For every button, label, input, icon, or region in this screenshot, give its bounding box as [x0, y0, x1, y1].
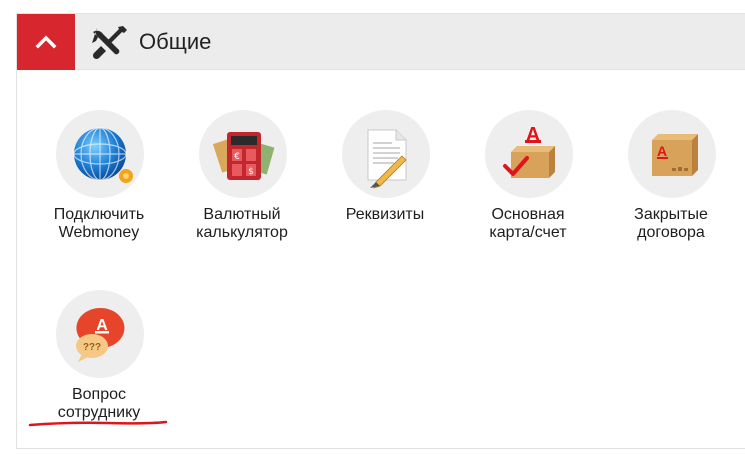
svg-text:$: $ — [248, 167, 254, 177]
tile-icon-circle — [56, 110, 144, 198]
section-header[interactable]: Общие — [17, 14, 745, 70]
tile-label: Подключить Webmoney — [19, 206, 179, 242]
svg-text:А: А — [657, 143, 667, 159]
tile-question-to-employee[interactable]: А ??? Вопрос сотруднику — [29, 290, 169, 430]
tile-icon-circle: А — [485, 110, 573, 198]
closed-box-icon: А — [652, 134, 698, 176]
chevron-up-icon — [35, 35, 57, 49]
question-bubble-icon: А ??? — [76, 307, 125, 362]
section-title: Общие — [139, 29, 212, 54]
red-highlight-underline — [28, 420, 168, 427]
tile-requisites[interactable]: Реквизиты — [315, 110, 455, 250]
tile-label: Основная карта/счет — [448, 206, 608, 242]
tile-label-line2: карта/счет — [489, 224, 567, 241]
tile-label: Закрытые договора — [591, 206, 745, 242]
webmoney-icon — [73, 127, 133, 183]
tile-connect-webmoney[interactable]: Подключить Webmoney — [29, 110, 169, 250]
tile-label-line1: Закрытые — [634, 206, 708, 223]
section-panel-general: Общие Подключить Webmoney € $ Валютный к… — [16, 13, 745, 449]
tile-label-line1: Реквизиты — [345, 206, 425, 223]
currency-calculator-icon: € $ — [212, 132, 275, 180]
tile-label: Валютный калькулятор — [162, 206, 322, 242]
collapse-button[interactable] — [17, 14, 75, 70]
tile-label-line2: договора — [637, 224, 705, 241]
tile-label-line1: Валютный — [203, 206, 281, 223]
tile-icon-circle: € $ — [199, 110, 287, 198]
tile-label-line1: Вопрос — [71, 386, 127, 403]
svg-text:???: ??? — [83, 342, 101, 353]
svg-text:€: € — [234, 152, 240, 162]
tile-icon-circle: А ??? — [56, 290, 144, 378]
tools-icon — [92, 26, 127, 60]
tile-closed-contracts[interactable]: А Закрытые договора — [601, 110, 741, 250]
tile-currency-calculator[interactable]: € $ Валютный калькулятор — [172, 110, 312, 250]
tile-label: Вопрос сотруднику — [19, 386, 179, 422]
tile-label-line2: Webmoney — [58, 224, 140, 241]
tile-label: Реквизиты — [305, 206, 465, 224]
tile-label-line2: калькулятор — [196, 224, 288, 241]
tile-label-line1: Основная — [491, 206, 565, 223]
tile-icon-circle — [342, 110, 430, 198]
box-check-icon: А — [503, 124, 555, 178]
tile-icon-circle: А — [628, 110, 716, 198]
tile-label-line1: Подключить — [53, 206, 145, 223]
tile-main-card-account[interactable]: А Основная карта/счет — [458, 110, 598, 250]
document-pen-icon — [367, 129, 407, 189]
